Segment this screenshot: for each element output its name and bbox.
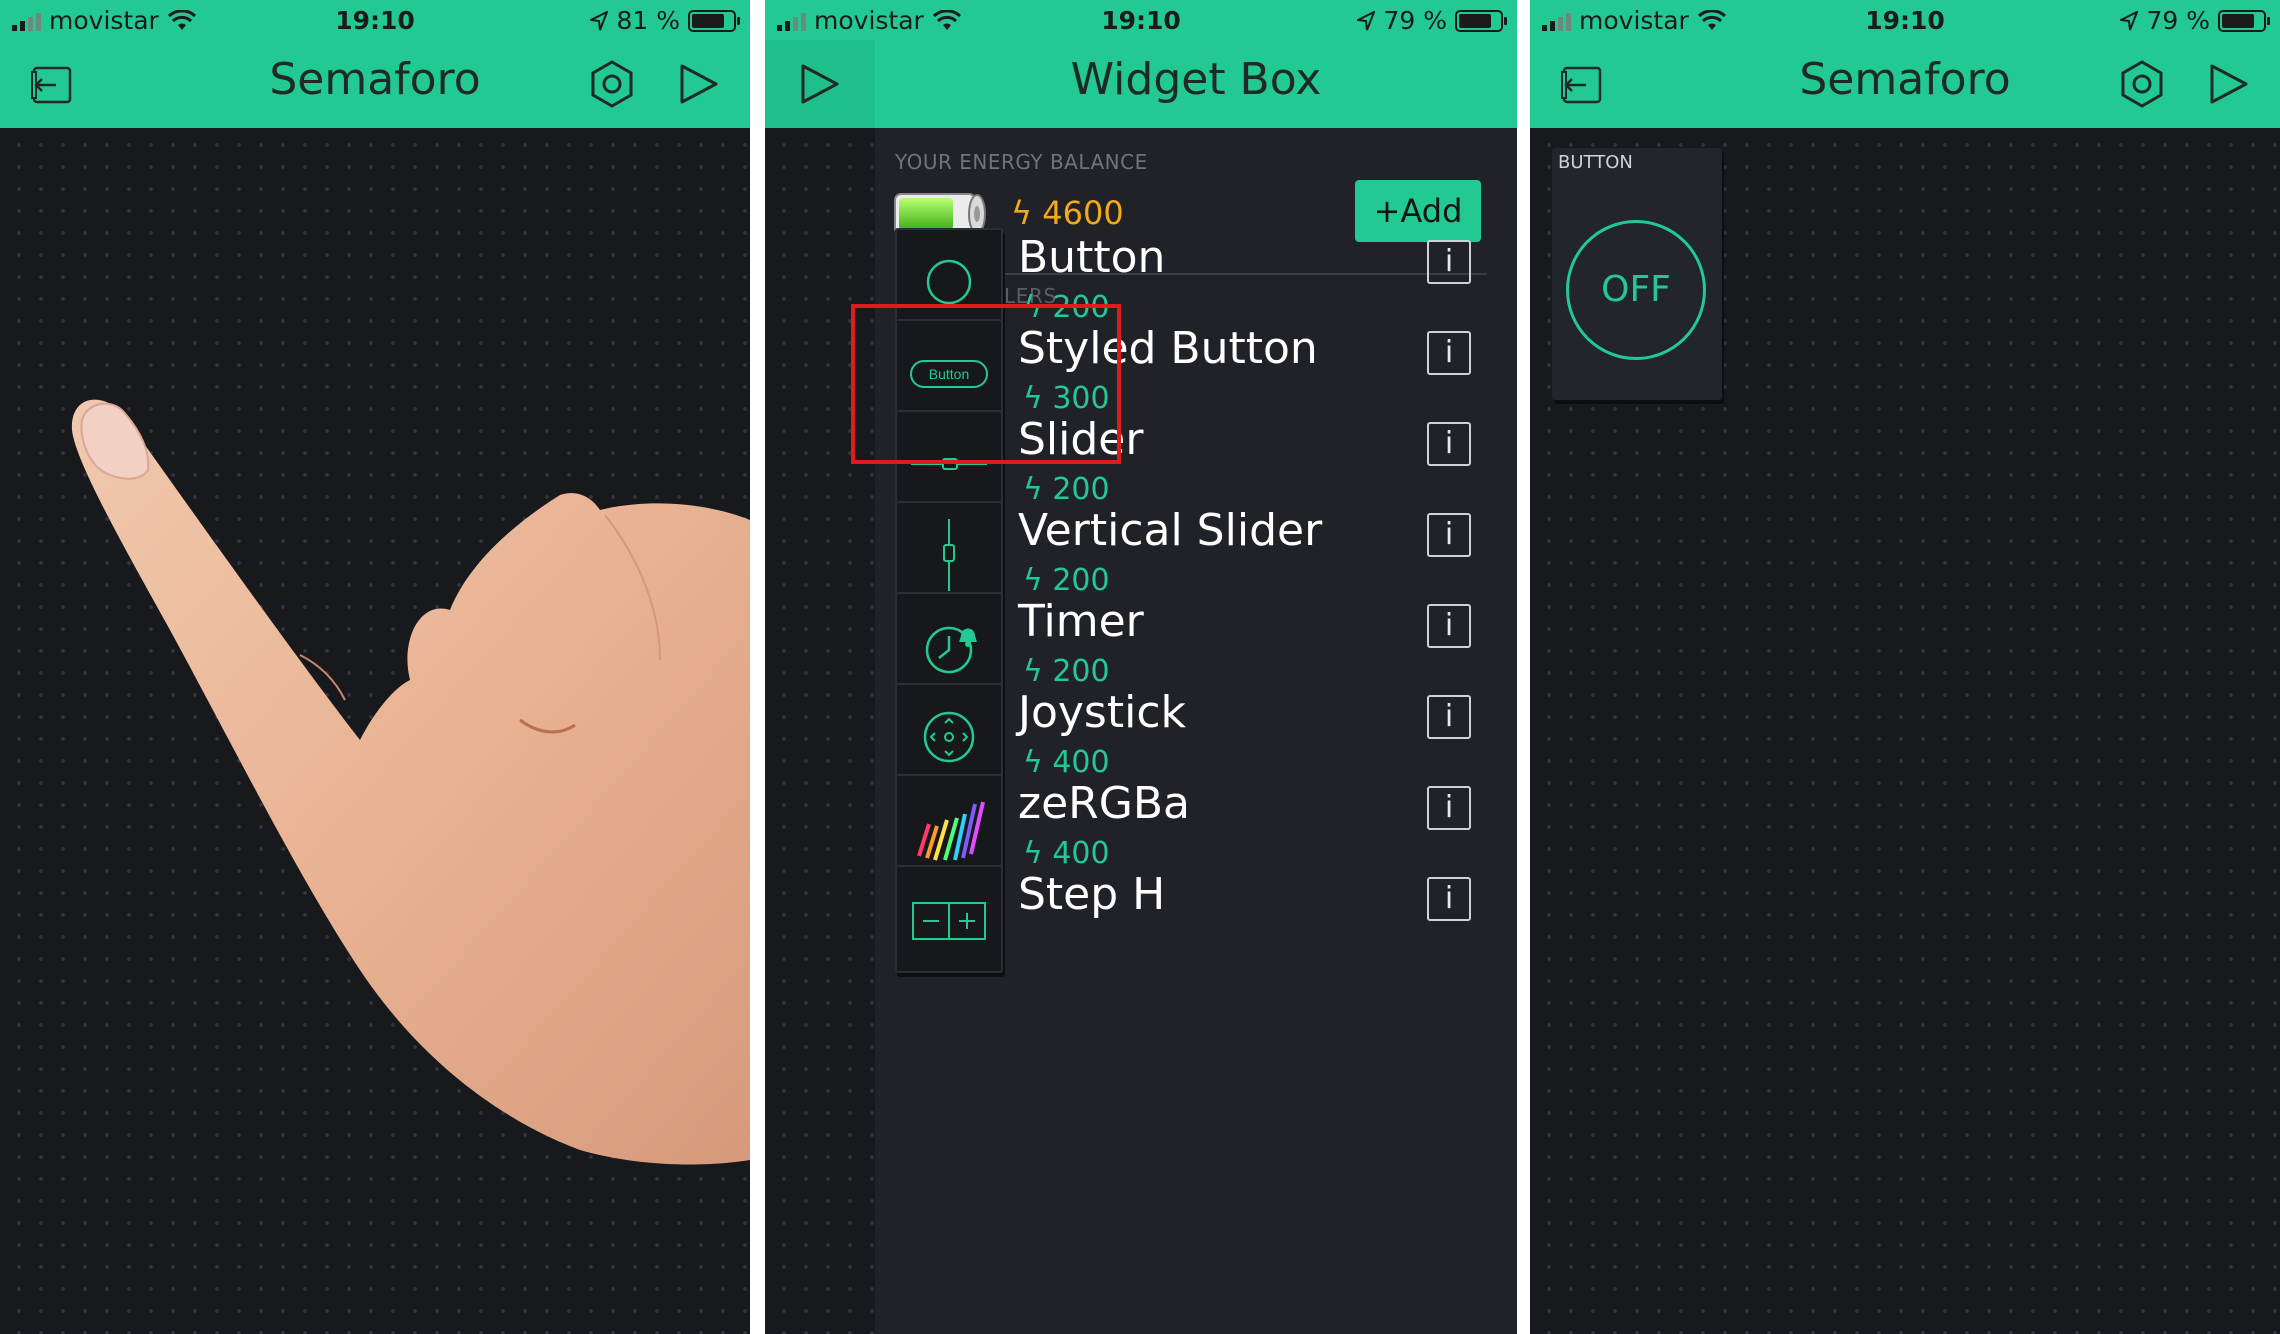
screen-widget-box: movistar 19:10 79 % Widget Box YOUR ENER… — [765, 0, 1517, 1334]
info-button[interactable]: i — [1427, 604, 1471, 648]
status-bar: movistar 19:10 79 % — [765, 0, 1517, 40]
info-button[interactable]: i — [1427, 240, 1471, 284]
header-side — [765, 40, 875, 128]
app-header: Widget Box — [765, 40, 1517, 128]
pointing-hand-image — [71, 399, 750, 1165]
widget-name: Joystick — [1018, 687, 1187, 738]
dashboard-behind — [765, 0, 875, 1334]
battery-icon — [2218, 9, 2270, 32]
energy-balance-value: ϟ 4600 — [1011, 194, 1124, 232]
widget-name: Vertical Slider — [1018, 505, 1323, 556]
battery-percent: 79 % — [1383, 6, 1447, 35]
info-button[interactable]: i — [1427, 786, 1471, 830]
info-button[interactable]: i — [1427, 695, 1471, 739]
page-title: Widget Box — [1070, 54, 1322, 105]
info-button[interactable]: i — [1427, 331, 1471, 375]
step-h-icon[interactable] — [895, 865, 1003, 973]
info-button[interactable]: i — [1427, 513, 1471, 557]
app-header: Semaforo — [1530, 40, 2280, 128]
battery-icon — [1455, 9, 1507, 32]
widget-label: BUTTON — [1558, 152, 1633, 173]
location-arrow-icon — [2120, 10, 2139, 30]
selection-highlight — [851, 304, 1121, 464]
status-bar: movistar 19:10 79 % — [1530, 0, 2280, 40]
location-arrow-icon — [1357, 10, 1376, 30]
screen-dashboard-result: movistar 19:10 79 % Semaforo BUTTON OFF — [1530, 0, 2280, 1334]
settings-hex-icon[interactable] — [2116, 58, 2168, 110]
button-toggle[interactable]: OFF — [1566, 220, 1706, 360]
widget-name: zeRGBa — [1018, 778, 1190, 829]
widget-name: Timer — [1018, 596, 1144, 647]
widget-name: Button — [1018, 232, 1166, 283]
play-icon[interactable] — [793, 58, 845, 110]
widget-name: Step H — [1018, 869, 1166, 920]
button-widget[interactable]: BUTTON OFF — [1552, 148, 1722, 400]
info-button[interactable]: i — [1427, 422, 1471, 466]
energy-balance-label: YOUR ENERGY BALANCE — [895, 150, 1148, 174]
energy-bolt-icon: ϟ — [1011, 194, 1033, 232]
play-icon[interactable] — [2202, 58, 2254, 110]
screen-dashboard-hand: movistar 19:10 81 % Semaforo — [0, 0, 750, 1334]
info-button[interactable]: i — [1427, 877, 1471, 921]
battery-percent: 79 % — [2146, 6, 2210, 35]
widget-row-step-h[interactable]: Step H i — [875, 865, 1517, 997]
energy-amount: 4600 — [1042, 194, 1124, 232]
